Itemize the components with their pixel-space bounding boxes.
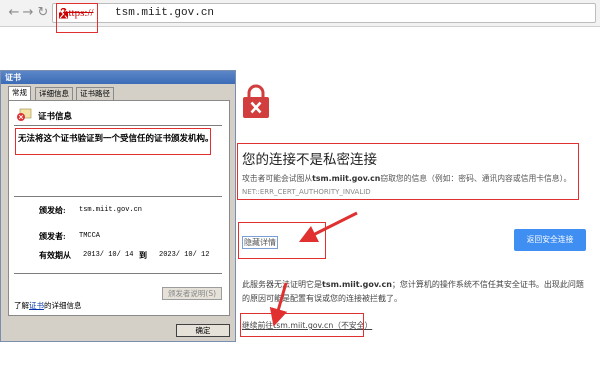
address-bar[interactable]: https:// tsm.miit.gov.cn — [52, 3, 596, 23]
annotation-box-warning — [15, 128, 211, 155]
info-title: 证书信息 — [38, 111, 73, 121]
cert-error-icon — [17, 108, 32, 121]
learn-more-text: 了解证书的详细信息 — [14, 300, 82, 311]
divider — [14, 273, 222, 274]
valid-from-value: 2013/ 10/ 14 — [83, 251, 134, 259]
annotation-box-hide-details — [238, 222, 326, 259]
arrow-right-icon[interactable]: → — [20, 5, 36, 21]
annotation-box-url — [56, 3, 98, 33]
issued-to-value: tsm.miit.gov.cn — [79, 206, 143, 214]
issued-by-value: TMCCA — [79, 232, 101, 240]
url-host: tsm.miit.gov.cn — [115, 7, 215, 19]
reload-icon[interactable]: ↻ — [35, 5, 51, 21]
learn-prefix: 了解 — [14, 301, 29, 310]
tab-general[interactable]: 常规 — [8, 86, 31, 100]
learn-cert-link[interactable]: 证书 — [29, 301, 44, 310]
error-explanation: 此服务器无法证明它是tsm.miit.gov.cn；您计算机的操作系统不信任其安… — [242, 278, 587, 306]
explain-prefix: 此服务器无法证明它是 — [242, 280, 322, 289]
issuer-statement-button[interactable]: 颁发者说明(S) — [162, 287, 222, 300]
divider — [14, 196, 222, 197]
ok-button[interactable]: 确定 — [176, 324, 230, 337]
annotation-box-heading — [237, 143, 579, 200]
annotation-box-proceed — [240, 313, 364, 337]
back-to-safety-button[interactable]: 返回安全连接 — [514, 229, 586, 251]
tab-cert-path[interactable]: 证书路径 — [76, 87, 114, 100]
divider — [14, 125, 222, 126]
tab-details[interactable]: 详细信息 — [35, 87, 73, 100]
dialog-title: 证书 — [1, 71, 235, 84]
validity-to-word: 到 — [139, 251, 147, 260]
issued-to-label: 颁发给: — [39, 206, 66, 215]
validity-label: 有效期从 — [39, 251, 71, 260]
issued-by-label: 颁发者: — [39, 232, 66, 241]
learn-suffix: 的详细信息 — [44, 301, 82, 310]
general-panel: 证书信息 无法将这个证书验证到一个受信任的证书颁发机构。 颁发给: tsm.mi… — [8, 100, 230, 316]
explain-host: tsm.miit.gov.cn — [322, 280, 392, 289]
lock-error-icon — [243, 84, 269, 118]
certificate-dialog: 证书 常规 详细信息 证书路径 证书信息 无法将这个证书验证到一个受信任的证书颁… — [0, 70, 236, 342]
valid-to-value: 2023/ 10/ 12 — [159, 251, 210, 259]
